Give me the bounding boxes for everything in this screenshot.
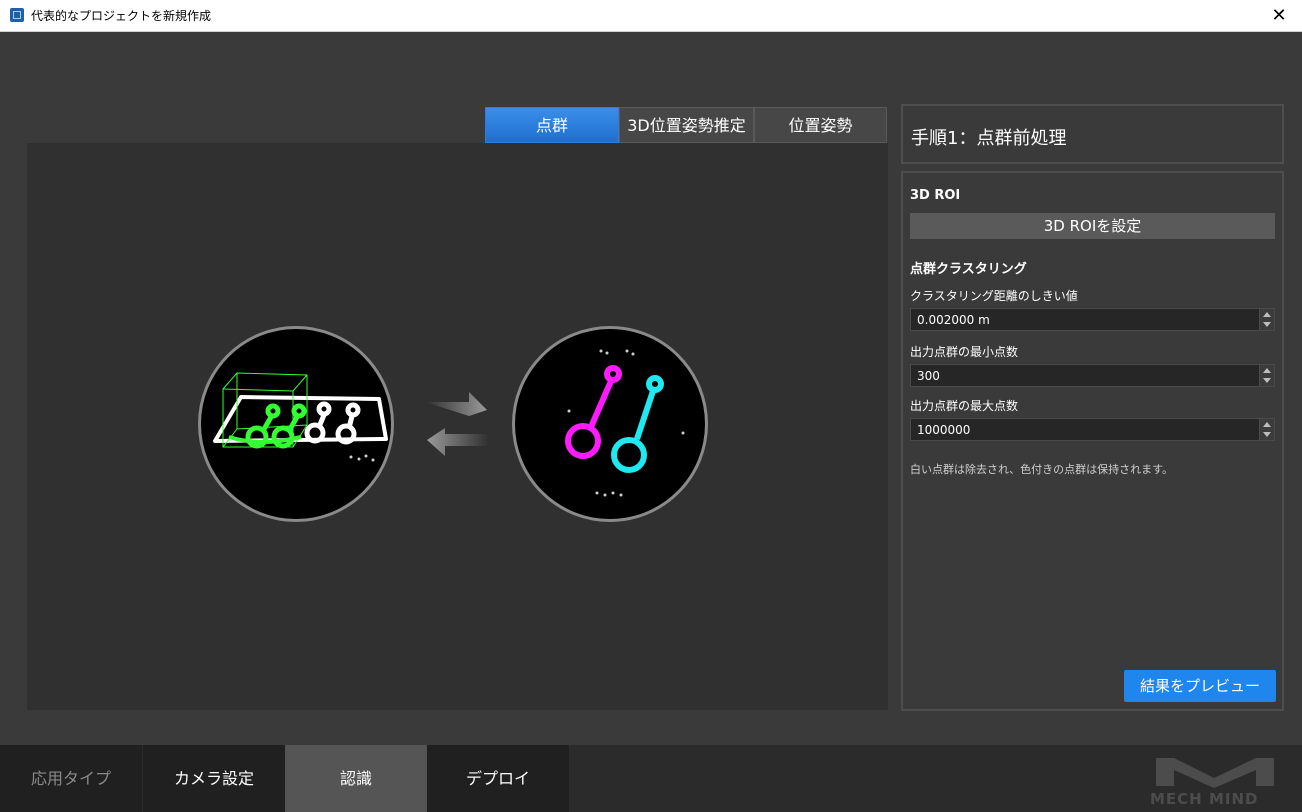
min-points-label: 出力点群の最小点数 bbox=[910, 345, 1019, 359]
illustration-viewer bbox=[27, 143, 888, 710]
step-header: 手順1：点群前処理 bbox=[901, 104, 1284, 164]
nav-application-type[interactable]: 応用タイプ bbox=[0, 745, 142, 812]
min-points-input[interactable] bbox=[911, 365, 1257, 386]
clustering-hint: 白い点群は除去され、色付きの点群は保持されます。 bbox=[910, 463, 1174, 476]
decrement-icon[interactable] bbox=[1263, 432, 1271, 437]
distance-threshold-spinbox[interactable] bbox=[910, 308, 1275, 331]
min-points-spinbox[interactable] bbox=[910, 364, 1275, 387]
raw-point-cloud-image bbox=[198, 326, 394, 522]
max-points-input[interactable] bbox=[911, 419, 1257, 440]
set-3d-roi-button[interactable]: 3D ROIを設定 bbox=[910, 213, 1275, 239]
window-titlebar: 代表的なプロジェクトを新規作成 ✕ bbox=[0, 0, 1302, 32]
preview-results-button[interactable]: 結果をプレビュー bbox=[1124, 670, 1276, 702]
increment-icon[interactable] bbox=[1263, 422, 1271, 427]
wizard-nav-bar: 応用タイプ カメラ設定 認識 デプロイ bbox=[0, 745, 1302, 812]
step-title: 手順1：点群前処理 bbox=[911, 128, 1067, 149]
tab-3d-pose-estimation[interactable]: 3D位置姿勢推定 bbox=[619, 107, 754, 143]
parameters-panel: 3D ROI 3D ROIを設定 点群クラスタリング クラスタリング距離のしきい… bbox=[901, 171, 1284, 711]
increment-icon[interactable] bbox=[1263, 368, 1271, 373]
decrement-icon[interactable] bbox=[1263, 322, 1271, 327]
tab-point-cloud[interactable]: 点群 bbox=[485, 107, 619, 143]
view-tabs: 点群 3D位置姿勢推定 位置姿勢 bbox=[485, 107, 887, 143]
close-button[interactable]: ✕ bbox=[1256, 0, 1302, 31]
max-points-label: 出力点群の最大点数 bbox=[910, 399, 1019, 413]
max-points-spinbox[interactable] bbox=[910, 418, 1275, 441]
clustering-section-title: 点群クラスタリング bbox=[910, 262, 1027, 277]
distance-threshold-input[interactable] bbox=[911, 309, 1257, 330]
decrement-icon[interactable] bbox=[1263, 378, 1271, 383]
nav-deploy[interactable]: デプロイ bbox=[427, 745, 569, 812]
swap-arrows-icon bbox=[425, 392, 489, 456]
nav-camera-settings[interactable]: カメラ設定 bbox=[143, 745, 285, 812]
roi-section-title: 3D ROI bbox=[910, 188, 961, 203]
close-icon: ✕ bbox=[1271, 5, 1287, 26]
logo-mark-icon bbox=[1156, 758, 1274, 788]
distance-threshold-label: クラスタリング距離のしきい値 bbox=[910, 289, 1078, 303]
window-title: 代表的なプロジェクトを新規作成 bbox=[31, 9, 212, 23]
app-icon bbox=[10, 8, 24, 22]
tab-pose[interactable]: 位置姿勢 bbox=[754, 107, 887, 143]
clustered-point-cloud-image bbox=[512, 326, 708, 522]
nav-recognition[interactable]: 認識 bbox=[285, 745, 427, 812]
mech-mind-logo: MECH MIND bbox=[1150, 756, 1280, 808]
increment-icon[interactable] bbox=[1263, 312, 1271, 317]
